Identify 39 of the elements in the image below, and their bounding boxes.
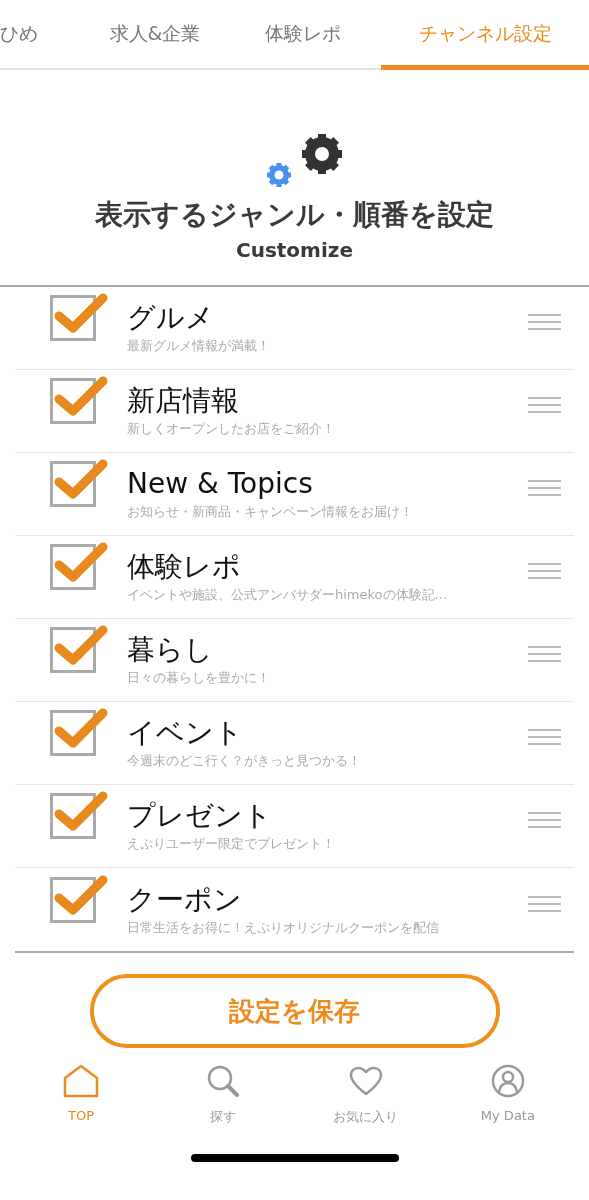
tab[interactable]: チャンネル設定 xyxy=(381,0,589,70)
genre-name: New & Topics xyxy=(127,466,314,502)
user-icon xyxy=(490,1064,525,1098)
nav-item[interactable]: TOP xyxy=(21,1062,142,1126)
genre-description: 今週末のどこ行く？がきっと見つかる！ xyxy=(127,752,362,770)
drag-handle-icon[interactable] xyxy=(528,397,561,413)
genre-description: お知らせ・新商品・キャンペーン情報をお届け！ xyxy=(127,503,414,521)
search-icon xyxy=(206,1064,241,1098)
genre-name: グルメ xyxy=(127,300,215,336)
genre-description: 日々の暮らしを豊かに！ xyxy=(127,669,271,687)
genre-description: イベントや施設、公式アンバサダーhimekoの体験記… xyxy=(127,586,449,604)
genre-name: クーポン xyxy=(127,881,243,918)
heart-icon xyxy=(348,1066,383,1096)
tab[interactable]: ひめ xyxy=(0,0,85,68)
page-subtitle: Customize xyxy=(236,238,353,262)
genre-description: 日常生活をお得に！えぷりオリジナルクーポンを配信 xyxy=(127,918,440,937)
page-title: 表示するジャンル・順番を設定 xyxy=(95,197,494,233)
genre-description: 最新グルメ情報が満載！ xyxy=(127,337,271,355)
home-icon xyxy=(63,1064,100,1098)
drag-handle-icon[interactable] xyxy=(528,812,561,828)
drag-handle-icon[interactable] xyxy=(528,314,561,330)
save-button[interactable]: 設定を保存 xyxy=(89,974,500,1048)
nav-item[interactable]: My Data xyxy=(447,1062,568,1126)
nav-item[interactable]: 探す xyxy=(163,1062,284,1126)
drag-handle-icon[interactable] xyxy=(528,646,561,662)
genre-name: プレゼント xyxy=(127,798,273,834)
genre-name: 体験レポ xyxy=(127,549,242,585)
tab[interactable]: 体験レポ xyxy=(225,0,381,68)
drag-handle-icon[interactable] xyxy=(528,480,561,496)
tab[interactable]: 求人&企業 xyxy=(85,0,225,68)
genre-name: イベント xyxy=(127,715,244,751)
genre-name: 暮らし xyxy=(127,632,214,668)
drag-handle-icon[interactable] xyxy=(528,563,561,579)
nav-item[interactable]: お気に入り xyxy=(305,1062,426,1126)
genre-description: 新しくオープンしたお店をご紹介！ xyxy=(127,420,336,438)
genre-name: 新店情報 xyxy=(127,383,240,419)
drag-handle-icon[interactable] xyxy=(528,729,561,745)
drag-handle-icon[interactable] xyxy=(528,895,561,912)
genre-description: えぷりユーザー限定でプレゼント！ xyxy=(127,835,336,853)
